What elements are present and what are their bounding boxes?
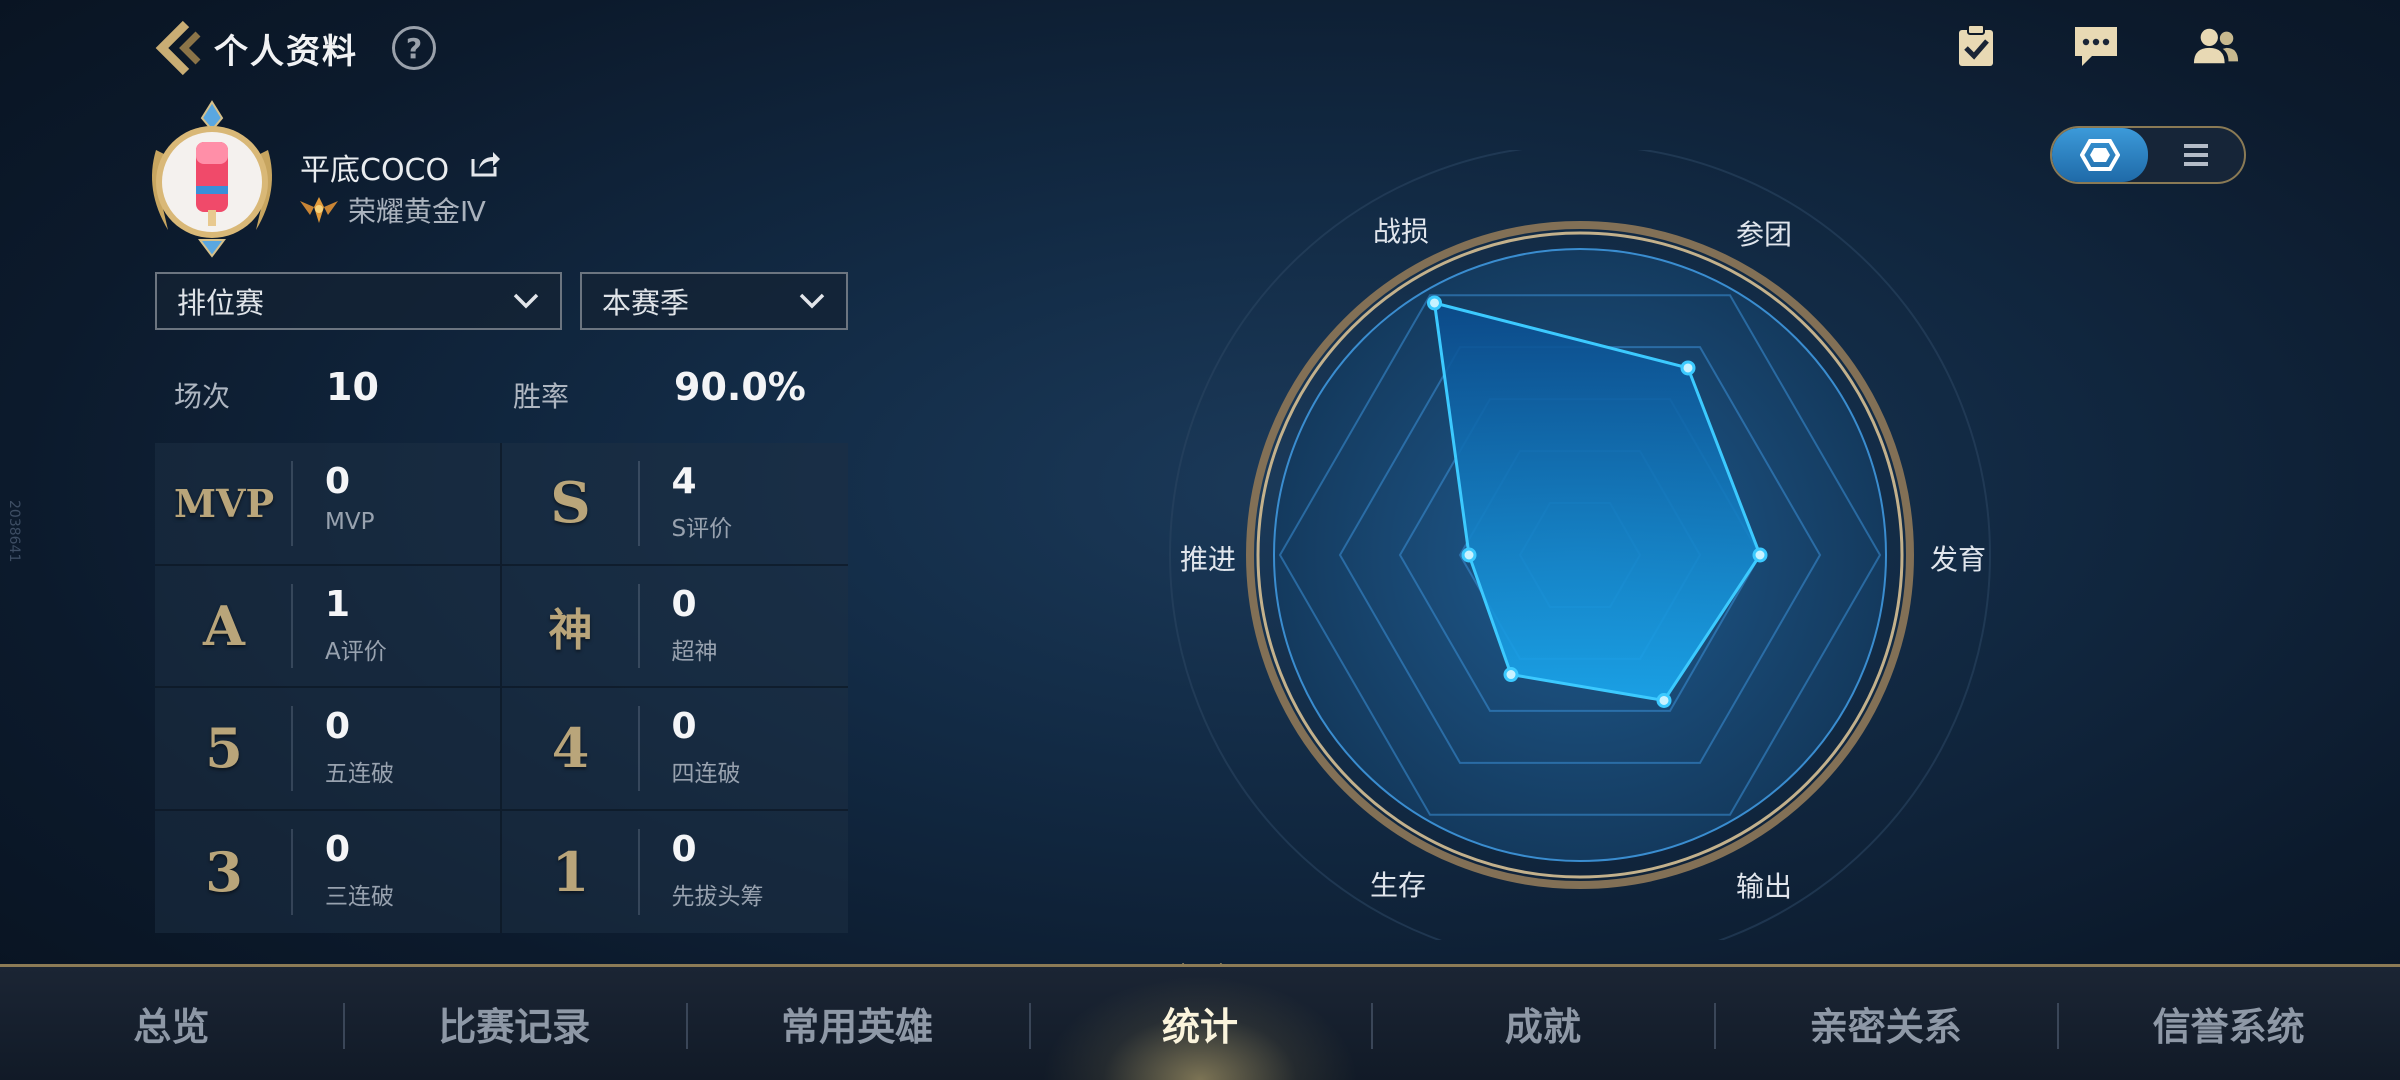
top-icon-bar bbox=[1952, 22, 2240, 70]
stat-value: 0 bbox=[671, 706, 697, 747]
radar-point-输出 bbox=[1656, 692, 1672, 708]
stats-grid: MVP 0 MVP S 4 S评价 A 1 A评价 神 0 超神 5 0 五连破… bbox=[155, 443, 848, 933]
season-dropdown[interactable]: 本赛季 bbox=[580, 272, 848, 330]
stat-value: 0 bbox=[671, 828, 697, 870]
divider bbox=[291, 828, 293, 915]
season-dropdown-value: 本赛季 bbox=[602, 286, 690, 320]
stat-value: 0 bbox=[325, 828, 351, 870]
tab-credit-system[interactable]: 信誉系统 bbox=[2057, 967, 2400, 1080]
winrate-value: 90.0% bbox=[674, 365, 806, 409]
radar-label-cantuan: 参团 bbox=[1736, 218, 1793, 251]
stat-label: S评价 bbox=[671, 516, 733, 542]
stat-mvp: MVP 0 MVP bbox=[155, 443, 502, 566]
divider bbox=[291, 583, 293, 668]
header: 个人资料 ? bbox=[150, 18, 436, 78]
radar-label-fayu: 发育 bbox=[1930, 543, 1987, 576]
stat-godlike: 神 0 超神 bbox=[501, 566, 848, 688]
rank-row: 荣耀黄金Ⅳ bbox=[298, 190, 486, 230]
task-clipboard-icon[interactable] bbox=[1952, 22, 2000, 70]
winrate-label: 胜率 bbox=[513, 380, 570, 413]
friends-icon[interactable] bbox=[2192, 22, 2240, 70]
mvp-icon: MVP bbox=[173, 480, 275, 526]
tab-common-heroes[interactable]: 常用英雄 bbox=[685, 967, 1029, 1080]
a-rating-icon: A bbox=[203, 593, 245, 658]
mode-dropdown-value: 排位赛 bbox=[177, 286, 265, 320]
s-rating-icon: S bbox=[550, 470, 591, 537]
radar-point-参团 bbox=[1680, 360, 1696, 376]
avatar[interactable] bbox=[142, 100, 282, 260]
tab-relationships[interactable]: 亲密关系 bbox=[1714, 967, 2057, 1080]
chevron-down-icon bbox=[513, 293, 539, 309]
radar-chart bbox=[1169, 150, 1991, 940]
list-icon bbox=[2184, 144, 2208, 166]
gold-rank-icon bbox=[300, 197, 338, 223]
back-button[interactable] bbox=[150, 18, 206, 78]
chevron-down-icon bbox=[799, 293, 825, 309]
bottom-nav: 总览 比赛记录 常用英雄 统计 成就 亲密关系 信誉系统 bbox=[0, 964, 2400, 1080]
stat-value: 4 bbox=[671, 461, 697, 502]
radar-label-tuijin: 推进 bbox=[1180, 543, 1237, 576]
first-blood-icon: 1 bbox=[551, 839, 590, 904]
player-name-row: 平底COCO bbox=[300, 145, 501, 189]
toggle-radar-view[interactable] bbox=[2052, 128, 2148, 182]
share-icon[interactable] bbox=[471, 149, 501, 185]
stat-label: A评价 bbox=[325, 638, 387, 665]
matches-value: 10 bbox=[326, 365, 379, 409]
tab-match-history[interactable]: 比赛记录 bbox=[342, 967, 686, 1080]
tab-achievements[interactable]: 成就 bbox=[1371, 967, 1714, 1080]
stat-value: 0 bbox=[325, 706, 351, 747]
toggle-list-view[interactable] bbox=[2148, 128, 2244, 182]
radar-label-shengcun: 生存 bbox=[1370, 869, 1427, 902]
stat-value: 1 bbox=[325, 583, 351, 625]
tab-statistics[interactable]: 统计 bbox=[1028, 967, 1372, 1080]
view-toggle[interactable] bbox=[2050, 126, 2246, 184]
page-title: 个人资料 bbox=[214, 31, 358, 72]
stat-label: 超神 bbox=[671, 638, 718, 665]
stat-label: MVP bbox=[325, 509, 375, 535]
penta-kill-icon: 5 bbox=[205, 716, 243, 781]
stat-label: 三连破 bbox=[325, 883, 394, 910]
radar-label-shuchu: 输出 bbox=[1736, 870, 1793, 903]
divider bbox=[637, 706, 640, 791]
rank-text: 荣耀黄金Ⅳ bbox=[348, 195, 486, 228]
stat-quadra-kill: 4 0 四连破 bbox=[501, 688, 848, 811]
radar-point-推进 bbox=[1461, 547, 1477, 563]
stat-s-rating: S 4 S评价 bbox=[501, 443, 848, 566]
stat-label: 先拔头筹 bbox=[671, 883, 764, 910]
radar-point-战损 bbox=[1427, 295, 1442, 311]
mode-dropdown[interactable]: 排位赛 bbox=[155, 272, 562, 330]
godlike-icon: 神 bbox=[548, 604, 593, 656]
hexagon-icon bbox=[2080, 139, 2120, 171]
stat-value: 0 bbox=[671, 583, 697, 625]
radar-label-zhansun: 战损 bbox=[1373, 215, 1430, 248]
stat-a-rating: A 1 A评价 bbox=[155, 565, 502, 688]
stat-label: 五连破 bbox=[325, 761, 394, 787]
radar-point-发育 bbox=[1752, 547, 1768, 563]
divider bbox=[637, 828, 640, 915]
matches-label: 场次 bbox=[174, 380, 231, 413]
player-name: 平底COCO bbox=[300, 153, 450, 188]
back-arrow-icon bbox=[155, 20, 201, 76]
divider bbox=[637, 461, 640, 546]
stat-value: 0 bbox=[325, 461, 351, 502]
radar-point-生存 bbox=[1503, 667, 1519, 683]
divider bbox=[291, 461, 293, 546]
stat-label: 四连破 bbox=[671, 761, 741, 787]
quadra-kill-icon: 4 bbox=[551, 716, 590, 781]
divider bbox=[637, 583, 640, 668]
watermark: 2038641 bbox=[6, 500, 22, 563]
triple-kill-icon: 3 bbox=[205, 839, 243, 904]
message-icon[interactable] bbox=[2072, 22, 2120, 70]
divider bbox=[291, 706, 293, 791]
tab-overview[interactable]: 总览 bbox=[0, 967, 343, 1080]
summary-row: 场次 10 胜率 90.0% bbox=[172, 365, 852, 417]
stat-first-blood: 1 0 先拔头筹 bbox=[502, 811, 849, 934]
help-button[interactable]: ? bbox=[392, 26, 436, 70]
stat-triple-kill: 3 0 三连破 bbox=[155, 810, 502, 933]
stat-penta-kill: 5 0 五连破 bbox=[155, 688, 502, 811]
